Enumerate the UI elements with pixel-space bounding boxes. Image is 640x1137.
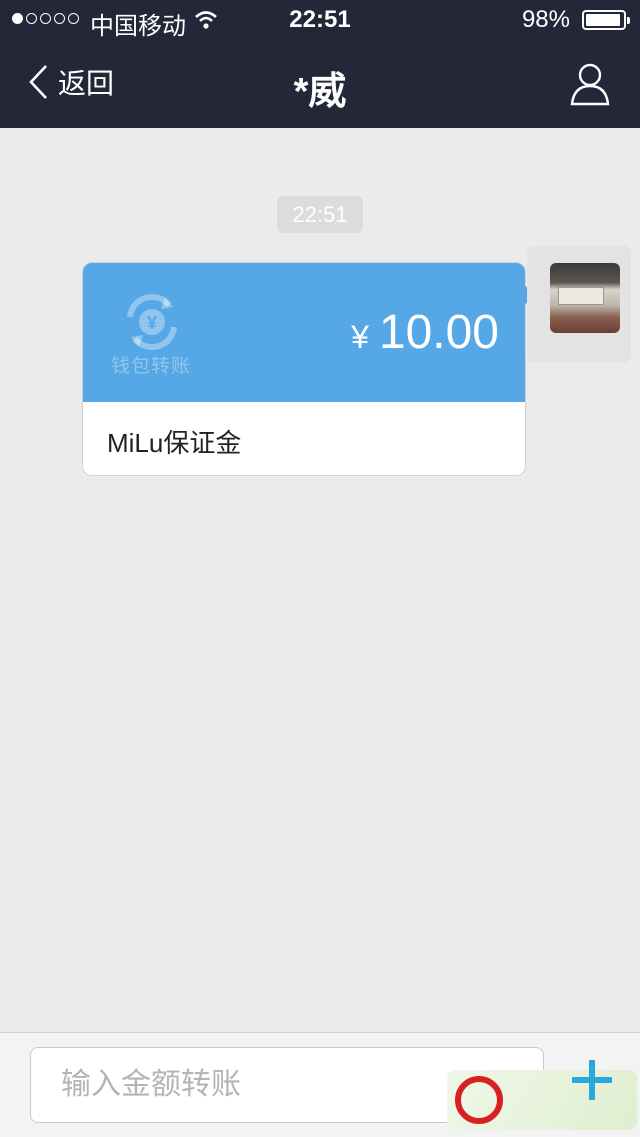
- currency-symbol: ¥: [351, 319, 369, 355]
- wallet-transfer-icon: ¥: [127, 293, 177, 351]
- watermark-emblem: [455, 1076, 503, 1124]
- sender-avatar[interactable]: [550, 263, 620, 333]
- transfer-type-label: 钱包转账: [111, 356, 192, 377]
- battery-percentage: 98%: [521, 6, 570, 33]
- transfer-card-header: ¥ 钱包转账 ¥ 10.00: [83, 263, 538, 402]
- transfer-memo: MiLu保证金: [107, 428, 242, 458]
- message-timestamp: 22:51: [277, 196, 363, 233]
- profile-button[interactable]: [570, 62, 610, 106]
- add-button[interactable]: [572, 1060, 612, 1100]
- battery-icon: [582, 10, 630, 30]
- status-bar: 中国移动 22:51 98%: [0, 0, 640, 40]
- svg-text:¥: ¥: [147, 313, 157, 333]
- transfer-amount: ¥ 10.00: [351, 305, 499, 360]
- top-bar: 中国移动 22:51 98% 返回 *威: [0, 0, 640, 128]
- transfer-message-card[interactable]: ¥ 钱包转账 ¥ 10.00 MiLu保证金: [82, 262, 538, 476]
- chat-title: *威: [293, 71, 347, 113]
- amount-value: 10.00: [378, 306, 499, 359]
